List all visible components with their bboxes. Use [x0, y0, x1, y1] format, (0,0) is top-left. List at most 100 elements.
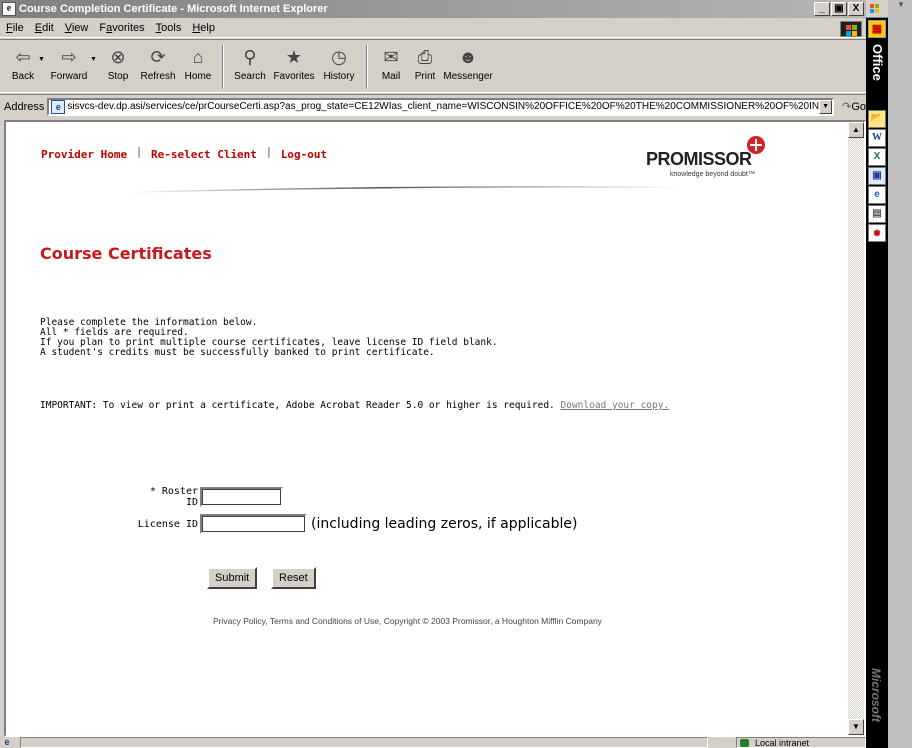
- logo-tagline: knowledge beyond doubt™: [670, 171, 755, 178]
- roster-id-label: * Roster ID: [149, 486, 198, 508]
- page-title: Course Certificates: [40, 244, 212, 263]
- history-icon: ◷: [331, 46, 347, 67]
- status-text-panel: [20, 737, 708, 748]
- logo-cross-icon: [747, 136, 765, 154]
- security-zone: Local intranet: [736, 737, 866, 748]
- menu-file[interactable]: File: [6, 22, 24, 34]
- shortcut-app-icon[interactable]: ◉: [868, 224, 886, 242]
- microsoft-brand: Microsoft: [869, 668, 883, 722]
- download-acrobat-link[interactable]: Download your copy.: [561, 400, 670, 411]
- open-folder-icon[interactable]: 📂: [868, 110, 886, 128]
- title-bar[interactable]: e Course Completion Certificate - Micros…: [0, 0, 866, 18]
- menu-edit[interactable]: Edit: [35, 22, 54, 34]
- status-page-icon: e: [4, 737, 10, 747]
- license-id-row: License ID (including leading zeros, if …: [134, 514, 577, 534]
- address-input[interactable]: e sisvcs-dev.dp.asi/services/ce/prCourse…: [47, 97, 835, 116]
- print-button[interactable]: ⎙ Print: [408, 42, 442, 90]
- address-bar: Address e sisvcs-dev.dp.asi/services/ce/…: [0, 94, 866, 118]
- mail-icon: ✉: [383, 46, 399, 67]
- reset-button[interactable]: Reset: [271, 567, 316, 589]
- vertical-scrollbar[interactable]: ▲ ▼: [848, 122, 864, 735]
- header-swoosh-divider: [126, 186, 686, 193]
- menu-bar: File Edit View Favorites Tools Help: [0, 18, 866, 38]
- stop-icon: ⊗: [110, 46, 126, 67]
- page-content: Provider Home | Re-select Client | Log-o…: [6, 122, 851, 735]
- desktop-edge: ▼: [888, 0, 912, 748]
- instruction-line: A student's credits must be successfully…: [40, 347, 435, 358]
- go-arrow-icon: ↷: [842, 101, 852, 113]
- logout-link[interactable]: Log-out: [281, 148, 327, 161]
- favorites-button[interactable]: ★ Favorites: [270, 42, 318, 90]
- status-bar: e Local intranet: [0, 737, 866, 748]
- address-dropdown-icon[interactable]: ▼: [819, 99, 833, 114]
- messenger-button[interactable]: ☻ Messenger: [442, 42, 494, 90]
- messenger-person-icon: ☻: [458, 46, 478, 67]
- office-bar-title: Office: [870, 44, 885, 81]
- printer-icon: ⎙: [417, 46, 433, 67]
- back-arrow-icon: ⇦: [15, 46, 31, 67]
- office-bar-control-icon[interactable]: [866, 0, 888, 18]
- forward-button[interactable]: ⇨ Forward: [48, 42, 90, 90]
- provider-nav: Provider Home | Re-select Client | Log-o…: [41, 145, 327, 161]
- close-button[interactable]: X: [848, 2, 864, 16]
- access-icon[interactable]: ▣: [868, 167, 886, 185]
- menu-help[interactable]: Help: [192, 22, 215, 34]
- office-shortcuts: 📂 W X ▣ e ▤ ◉: [868, 110, 886, 243]
- roster-id-row: * Roster ID: [134, 486, 283, 508]
- license-id-label: License ID: [137, 518, 198, 530]
- refresh-button[interactable]: ⟳ Refresh: [136, 42, 180, 90]
- nav-separator: |: [265, 145, 273, 158]
- forward-dropdown-icon[interactable]: ▼: [90, 42, 100, 63]
- history-button[interactable]: ◷ History: [318, 42, 360, 90]
- windows-flag-icon: [840, 21, 862, 37]
- desktop-scroll-arrow-icon: ▼: [897, 0, 905, 9]
- home-button[interactable]: ⌂ Home: [180, 42, 216, 90]
- promissor-logo: PROMISSOR knowledge beyond doubt™: [646, 133, 766, 179]
- office-bar-strip: ▦ Office 📂 W X ▣ e ▤ ◉ Microsoft: [866, 0, 888, 748]
- scroll-down-arrow-icon[interactable]: ▼: [848, 719, 864, 735]
- window-controls: _ ▣ X: [813, 2, 864, 16]
- license-id-input[interactable]: [200, 514, 307, 534]
- menu-tools[interactable]: Tools: [156, 22, 182, 34]
- browser-window: e Course Completion Certificate - Micros…: [0, 0, 866, 748]
- mail-button[interactable]: ✉ Mail: [374, 42, 408, 90]
- toolbar-separator: [222, 45, 224, 89]
- page-icon: e: [51, 99, 66, 114]
- stop-button[interactable]: ⊗ Stop: [100, 42, 136, 90]
- search-button[interactable]: ⚲ Search: [230, 42, 270, 90]
- forward-arrow-icon: ⇨: [61, 46, 77, 67]
- submit-button[interactable]: Submit: [207, 567, 258, 589]
- notepad-icon[interactable]: ▤: [868, 205, 886, 223]
- roster-id-input[interactable]: [200, 487, 283, 507]
- toolbar-separator: [366, 45, 368, 89]
- instructions: Please complete the information below. A…: [40, 318, 498, 358]
- word-icon[interactable]: W: [868, 129, 886, 147]
- search-icon: ⚲: [243, 46, 257, 67]
- restore-button[interactable]: ▣: [831, 2, 847, 16]
- office-shortcut-bar: ▦ Office 📂 W X ▣ e ▤ ◉ Microsoft ▼: [866, 0, 912, 748]
- security-zone-label: Local intranet: [755, 738, 810, 748]
- go-button[interactable]: ↷Go: [842, 100, 866, 113]
- acrobat-notice: IMPORTANT: To view or print a certificat…: [40, 400, 669, 411]
- provider-home-link[interactable]: Provider Home: [41, 148, 127, 161]
- ie-logo-icon: e: [2, 2, 16, 16]
- nav-separator: |: [135, 145, 143, 158]
- page-viewport[interactable]: Provider Home | Re-select Client | Log-o…: [4, 120, 866, 737]
- back-button[interactable]: ⇦ Back: [8, 42, 38, 90]
- window-title: Course Completion Certificate - Microsof…: [19, 3, 328, 15]
- favorites-folder-icon: ★: [285, 46, 303, 67]
- internet-explorer-icon[interactable]: e: [868, 186, 886, 204]
- minimize-button[interactable]: _: [814, 2, 830, 16]
- menu-favorites[interactable]: Favorites: [99, 22, 144, 34]
- excel-icon[interactable]: X: [868, 148, 886, 166]
- scroll-up-arrow-icon[interactable]: ▲: [848, 122, 864, 138]
- license-id-hint: (including leading zeros, if applicable): [311, 516, 578, 532]
- intranet-icon: [740, 739, 749, 747]
- address-url: sisvcs-dev.dp.asi/services/ce/prCourseCe…: [67, 101, 833, 112]
- back-dropdown-icon[interactable]: ▼: [38, 42, 48, 63]
- page-footer: Privacy Policy, Terms and Conditions of …: [213, 616, 602, 626]
- menu-view[interactable]: View: [65, 22, 89, 34]
- reselect-client-link[interactable]: Re-select Client: [151, 148, 257, 161]
- standard-toolbar: ⇦ Back ▼ ⇨ Forward ▼ ⊗ Stop ⟳ Refresh ⌂ …: [0, 39, 866, 93]
- office-logo-icon[interactable]: ▦: [868, 20, 886, 38]
